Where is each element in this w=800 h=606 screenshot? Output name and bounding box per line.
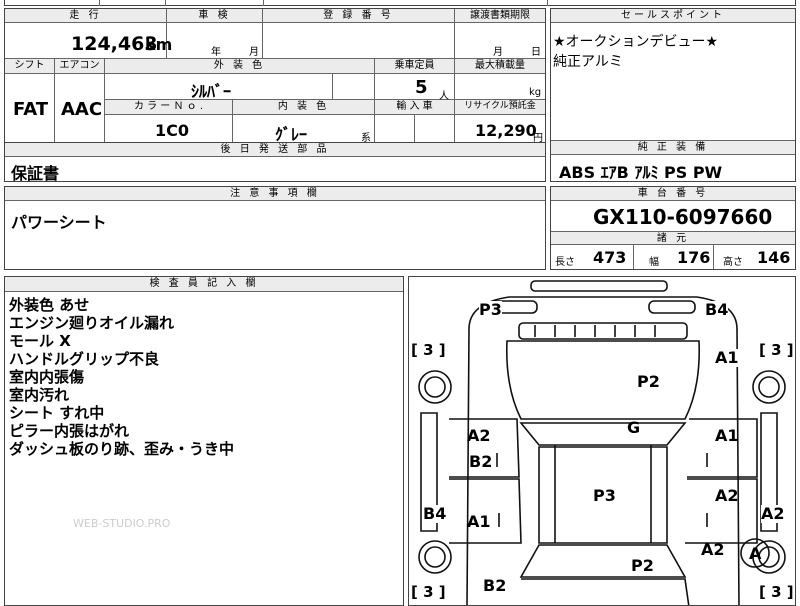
inspector-header: 検 査 員 記 入 欄 <box>5 277 403 292</box>
aircon-value: AAC <box>61 99 103 120</box>
chassis-value: GX110-6097660 <box>593 205 773 229</box>
later-parts-box: 後 日 発 送 部 品 保証書 <box>4 142 546 183</box>
notes-box: 注 意 事 項 欄 パワーシート <box>4 186 546 270</box>
tire-tread: [ 3 ] <box>411 341 446 359</box>
inspector-box: 検 査 員 記 入 欄 外装色 あせ エンジン廻りオイル漏れ モール X ハンド… <box>4 276 404 606</box>
capacity-value: 5 <box>415 77 428 98</box>
mark-a2-right-edge: A2 <box>761 504 785 523</box>
mark-b4-left: B4 <box>423 504 447 523</box>
tire-tread: [ 3 ] <box>759 341 794 359</box>
mark-p2-upper: P2 <box>637 372 660 391</box>
mark-b2-bottom: B2 <box>483 576 507 595</box>
chassis-box: 車 台 番 号 GX110-6097660 諸 元 長さ 473 幅 176 高… <box>550 186 796 270</box>
mark-g: G <box>627 418 641 437</box>
shift-header: シフト <box>5 59 55 74</box>
spec-length-label: 長さ <box>555 257 575 268</box>
mark-a1-upper: A1 <box>715 348 739 367</box>
mark-p3-top: P3 <box>479 300 502 319</box>
mark-a2-right-lower: A2 <box>701 540 725 559</box>
aircon-header: エアコン <box>55 59 105 74</box>
capacity-header: 乗車定員 <box>375 59 455 74</box>
transfer-header: 譲渡書類期限 <box>455 9 545 23</box>
spec-header: 諸 元 <box>551 231 795 245</box>
shaken-year: 年 <box>211 47 221 58</box>
sales-point-line-1: ★オークションデビュー★ <box>553 34 719 50</box>
shaken-header: 車 検 <box>167 9 263 23</box>
mark-a2-left-upper: A2 <box>467 426 491 445</box>
transfer-day: 日 <box>531 47 541 58</box>
spec-height: 146 <box>757 248 791 267</box>
spec-length: 473 <box>593 248 627 267</box>
shift-value: FAT <box>13 99 49 120</box>
mark-a-circle: A <box>749 544 762 563</box>
top-cut-row <box>4 0 796 6</box>
inspector-line: ダッシュ板のり跡、歪み・うき中 <box>9 440 235 458</box>
mark-b2-left: B2 <box>469 452 493 471</box>
notes-header: 注 意 事 項 欄 <box>5 187 545 201</box>
mileage-header: 走 行 <box>5 9 167 23</box>
watermark: WEB-STUDIO.PRO <box>73 517 171 530</box>
spec-height-label: 高さ <box>723 257 743 268</box>
spec-width-label: 幅 <box>649 257 659 268</box>
mark-b4-top: B4 <box>705 300 729 319</box>
tire-tread: [ 3 ] <box>759 583 794 601</box>
max-load-unit: kg <box>529 87 542 98</box>
spec-width: 176 <box>677 248 711 267</box>
shaken-month: 月 <box>249 47 259 58</box>
car-diagram: P3 B4 [ 3 ] [ 3 ] A1 P2 G A2 A1 B2 P3 A2… <box>408 276 796 606</box>
tire-tread: [ 3 ] <box>411 583 446 601</box>
max-load-header: 最大積載量 <box>455 59 545 74</box>
color-no-value: 1C0 <box>155 121 190 140</box>
recycle-value: 12,290 <box>475 121 537 140</box>
reg-no-header: 登 録 番 号 <box>263 9 455 23</box>
exterior-header: 外 装 色 <box>105 59 375 74</box>
mark-a1-right-mid: A1 <box>715 426 739 445</box>
sales-point-box: セールスポイント ★オークションデビュー★ 純正アルミ 純 正 装 備 ABS … <box>550 8 796 182</box>
recycle-header: リサイクル預託金 <box>455 100 545 115</box>
exterior-value: ｼﾙﾊﾞｰ <box>191 82 232 101</box>
mark-a1-left-lower: A1 <box>467 512 491 531</box>
color-no-header: カ ラ ー Ｎ ｏ . <box>105 100 233 115</box>
mark-p2-lower: P2 <box>631 556 654 575</box>
interior-header: 内 装 色 <box>233 100 375 115</box>
transfer-month: 月 <box>493 47 503 58</box>
mark-p3-center: P3 <box>593 486 616 505</box>
vehicle-info-table: 走 行 車 検 登 録 番 号 譲渡書類期限 124,463 km 年 月 月 … <box>4 8 546 144</box>
equipment-value: ABS ｴｱB ｱﾙﾐ PS PW <box>559 163 723 182</box>
mark-a2-right-mid: A2 <box>715 486 739 505</box>
equipment-header: 純 正 装 備 <box>551 141 795 155</box>
later-parts-value: 保証書 <box>11 164 60 183</box>
chassis-header: 車 台 番 号 <box>551 187 795 201</box>
sales-point-header: セールスポイント <box>551 9 795 23</box>
sales-point-line-2: 純正アルミ <box>553 54 623 70</box>
import-header: 輸 入 車 <box>375 100 455 115</box>
notes-value: パワーシート <box>11 213 107 232</box>
later-parts-header: 後 日 発 送 部 品 <box>5 143 545 157</box>
